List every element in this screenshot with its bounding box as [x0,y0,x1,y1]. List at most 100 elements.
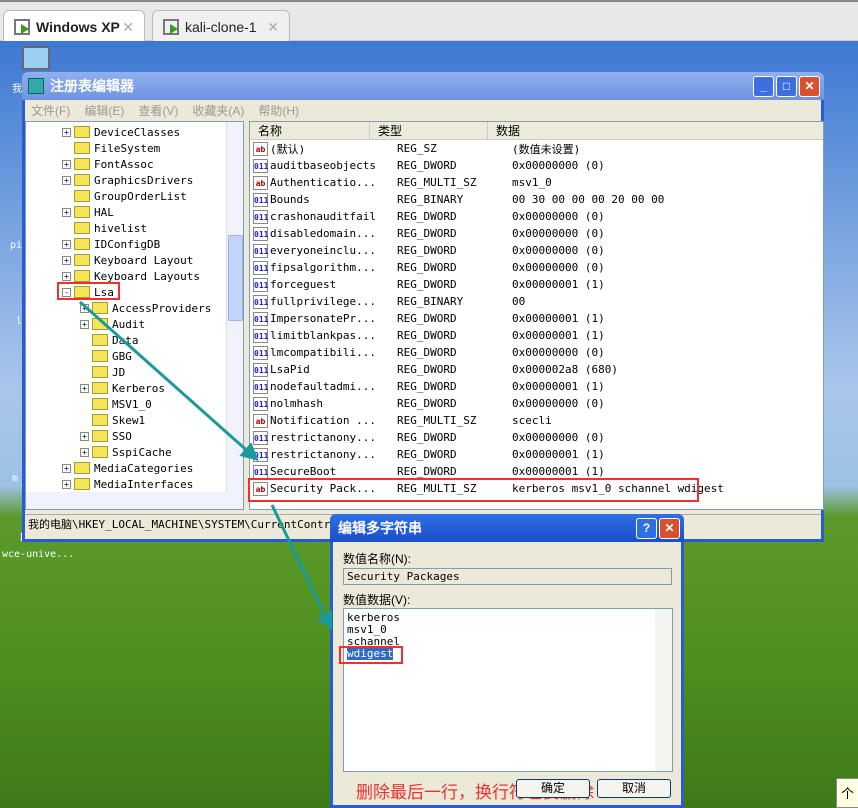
tree-item-label: GBG [112,349,132,363]
tree-item[interactable]: + Kerberos [80,380,165,396]
expand-toggle-icon[interactable]: + [62,463,71,473]
dialog-title-bar[interactable]: 编辑多字符串 ? ✕ [330,514,684,542]
value-data-textarea[interactable]: kerberos msv1_0 schannel wdigest 删除最后一行，… [343,608,673,801]
value-row[interactable]: 011 fipsalgorithm... REG_DWORD 0x00000000 (… [250,259,823,276]
value-data: 0x00000000 (0) [512,346,605,359]
column-data[interactable]: 数据 [488,122,823,139]
menu-edit[interactable]: 编辑(E) [84,102,124,119]
expand-toggle-icon[interactable]: + [62,159,71,169]
expand-toggle-icon[interactable]: + [80,319,89,329]
binary-value-icon: 011 [253,362,268,377]
string-value-icon: ab [253,413,268,428]
value-name: SecureBoot [270,465,337,478]
close-tab-icon[interactable]: ✕ [122,19,134,36]
tree-item[interactable]: + HAL [62,204,114,220]
tree-item[interactable]: + SspiCache [80,444,172,460]
ok-button[interactable]: 确定 [516,779,590,798]
tree-item[interactable]: + Keyboard Layout [62,252,193,268]
title-bar[interactable]: 注册表编辑器 _ □ ✕ [22,72,824,100]
expand-toggle-icon[interactable]: + [80,383,89,393]
value-name: crashonauditfail [270,210,376,223]
expand-toggle-icon[interactable]: + [80,303,89,313]
value-row[interactable]: 011 fullprivilege... REG_BINARY 00 [250,293,823,310]
help-button[interactable]: ? [636,518,657,539]
minimize-button[interactable]: _ [753,76,774,97]
value-name: ImpersonatePr... [270,312,376,325]
cancel-button[interactable]: 取消 [597,779,671,798]
tree-item[interactable]: + DeviceClasses [62,124,180,140]
value-row[interactable]: 011 LsaPid REG_DWORD 0x000002a8 (680) [250,361,823,378]
value-row[interactable]: 011 everyoneinclu... REG_DWORD 0x00000000 (… [250,242,823,259]
menu-view[interactable]: 查看(V) [138,102,178,119]
folder-icon [92,366,108,378]
binary-value-icon: 011 [253,464,268,479]
folder-icon [74,254,90,266]
tree-item[interactable]: GBG [80,348,132,364]
tree-item[interactable]: + SSO [80,428,132,444]
maximize-button[interactable]: □ [776,76,797,97]
menu-file[interactable]: 文件(F) [31,102,70,119]
tree-item[interactable]: FileSystem [62,140,160,156]
value-row[interactable]: 011 crashonauditfail REG_DWORD 0x00000000 (… [250,208,823,225]
tree-item[interactable]: + GraphicsDrivers [62,172,193,188]
value-row[interactable]: ab (默认) REG_SZ (数值未设置) [250,140,823,157]
close-tab-icon[interactable]: ✕ [267,19,279,36]
tree-item[interactable]: MSV1_0 [80,396,152,412]
expand-toggle-icon[interactable]: + [62,175,71,185]
value-row[interactable]: 011 nodefaultadmi... REG_DWORD 0x00000001 (… [250,378,823,395]
value-row[interactable]: 011 auditbaseobjects REG_DWORD 0x00000000 (… [250,157,823,174]
tree-vertical-scrollbar[interactable] [226,122,243,492]
value-data: 00 30 00 00 00 20 00 00 [512,193,665,206]
expand-toggle-icon[interactable]: + [62,239,71,249]
value-row[interactable]: 011 ImpersonatePr... REG_DWORD 0x00000001 (… [250,310,823,327]
expand-toggle-icon[interactable]: + [80,431,89,441]
tree-item[interactable]: hivelist [62,220,147,236]
value-row[interactable]: ab Authenticatio... REG_MULTI_SZ msv1_0 [250,174,823,191]
value-name-field[interactable]: Security Packages [343,568,672,585]
my-computer-icon[interactable] [22,46,50,70]
value-data-label: 数值数据(V): [343,593,411,607]
expand-toggle-icon[interactable]: + [62,479,71,489]
value-row[interactable]: ab Notification ... REG_MULTI_SZ scecli [250,412,823,429]
expand-toggle-icon[interactable]: + [62,207,71,217]
tab-windows-xp[interactable]: Windows XP ✕ [3,10,145,43]
menu-help[interactable]: 帮助(H) [258,102,299,119]
tree-item[interactable]: Skew1 [80,412,145,428]
value-data: 0x00000001 (1) [512,329,605,342]
value-type: REG_DWORD [397,448,457,461]
value-row[interactable]: 011 restrictanony... REG_DWORD 0x00000001 (… [250,446,823,463]
close-button[interactable]: ✕ [659,518,680,539]
tree-item[interactable]: + MediaInterfaces [62,476,193,492]
tree-item[interactable]: JD [80,364,125,380]
tab-kali-clone[interactable]: kali-clone-1 ✕ [152,10,290,43]
column-type[interactable]: 类型 [370,122,488,139]
tree-horizontal-scrollbar[interactable] [26,492,243,509]
tree-item[interactable]: Data [80,332,139,348]
tree-item[interactable]: + MediaCategories [62,460,193,476]
expand-toggle-icon[interactable]: + [62,271,71,281]
expand-toggle-icon[interactable]: + [80,447,89,457]
scroll-thumb[interactable] [228,235,243,321]
value-type: REG_DWORD [397,346,457,359]
tree-item[interactable]: + IDConfigDB [62,236,160,252]
expand-toggle-icon[interactable]: + [62,127,71,137]
tree-item-label: MSV1_0 [112,397,152,411]
expand-toggle-icon[interactable]: + [62,255,71,265]
desktop-icon-label[interactable]: wce-unive... [2,549,74,560]
value-row[interactable]: 011 restrictanony... REG_DWORD 0x00000000 (… [250,429,823,446]
tree-item[interactable]: + FontAssoc [62,156,154,172]
binary-value-icon: 011 [253,192,268,207]
tree-item[interactable]: + AccessProviders [80,300,211,316]
value-row[interactable]: 011 Bounds REG_BINARY 00 30 00 00 00 20 00 … [250,191,823,208]
close-button[interactable]: ✕ [799,76,820,97]
column-name[interactable]: 名称 [250,122,370,139]
tree-item[interactable]: + Audit [80,316,145,332]
menu-favorites[interactable]: 收藏夹(A) [192,102,244,119]
value-row[interactable]: 011 disabledomain... REG_DWORD 0x00000000 (… [250,225,823,242]
value-row[interactable]: 011 forceguest REG_DWORD 0x00000001 (1) [250,276,823,293]
value-row[interactable]: 011 limitblankpas... REG_DWORD 0x00000001 (… [250,327,823,344]
tree-item[interactable]: GroupOrderList [62,188,187,204]
textarea-scrollbar[interactable] [655,609,672,771]
value-row[interactable]: 011 lmcompatibili... REG_DWORD 0x00000000 (… [250,344,823,361]
value-row[interactable]: 011 nolmhash REG_DWORD 0x00000000 (0) [250,395,823,412]
